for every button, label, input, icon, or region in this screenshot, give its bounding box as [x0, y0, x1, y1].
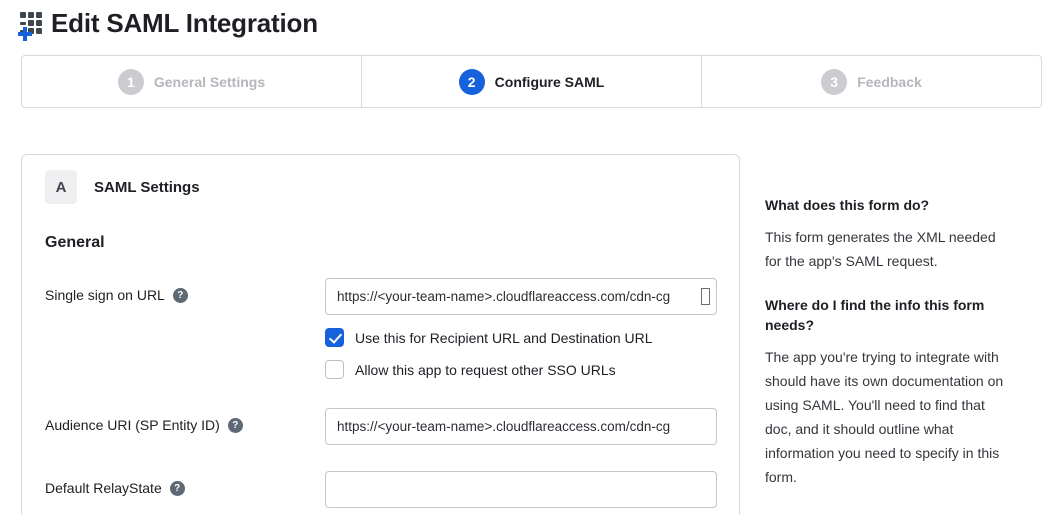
help-icon[interactable]: ?: [173, 288, 188, 303]
other-sso-urls-checkbox-label[interactable]: Allow this app to request other SSO URLs: [355, 362, 616, 378]
default-relaystate-input[interactable]: [325, 471, 717, 508]
general-group-title: General: [45, 234, 715, 252]
help-heading: Where do I find the info this form needs…: [765, 295, 1012, 335]
wizard-step-feedback[interactable]: 3 Feedback: [701, 56, 1041, 107]
page-header: Edit SAML Integration: [0, 0, 1063, 39]
field-row-default-relaystate: Default RelayState ? If no value is set,…: [45, 471, 715, 515]
step-number-badge: 2: [459, 69, 485, 95]
wizard-step-general-settings[interactable]: 1 General Settings: [22, 56, 361, 107]
step-label: Configure SAML: [495, 74, 605, 90]
field-label-default-relaystate: Default RelayState ?: [45, 471, 325, 496]
step-number-badge: 3: [821, 69, 847, 95]
help-heading: What does this form do?: [765, 195, 1012, 215]
sso-url-input[interactable]: [325, 278, 717, 315]
field-label-sso-url: Single sign on URL ?: [45, 278, 325, 303]
app-add-icon: [20, 10, 47, 37]
recipient-url-checkbox[interactable]: [325, 328, 344, 347]
section-a-badge: A: [45, 170, 77, 204]
wizard-step-configure-saml[interactable]: 2 Configure SAML: [361, 56, 701, 107]
field-row-audience-uri: Audience URI (SP Entity ID) ?: [45, 408, 715, 445]
page-title: Edit SAML Integration: [51, 8, 318, 39]
step-number-badge: 1: [118, 69, 144, 95]
field-label-audience-uri: Audience URI (SP Entity ID) ?: [45, 408, 325, 433]
help-sidebar: What does this form do? This form genera…: [765, 154, 1012, 489]
saml-settings-panel: A SAML Settings General Single sign on U…: [21, 154, 740, 515]
help-body: This form generates the XML needed for t…: [765, 225, 1012, 273]
plus-icon: [18, 27, 32, 41]
step-label: Feedback: [857, 74, 922, 90]
help-body: The app you're trying to integrate with …: [765, 345, 1012, 489]
field-row-sso-url: Single sign on URL ? Use this for Recipi…: [45, 278, 715, 379]
audience-uri-input[interactable]: [325, 408, 717, 445]
section-title: SAML Settings: [94, 179, 200, 196]
recipient-url-checkbox-label[interactable]: Use this for Recipient URL and Destinati…: [355, 330, 653, 346]
help-icon[interactable]: ?: [170, 481, 185, 496]
main-content: A SAML Settings General Single sign on U…: [0, 154, 1063, 515]
help-section-what: What does this form do? This form genera…: [765, 195, 1012, 273]
help-icon[interactable]: ?: [228, 418, 243, 433]
step-label: General Settings: [154, 74, 265, 90]
checkbox-row-recipient-url: Use this for Recipient URL and Destinati…: [325, 328, 717, 347]
text-cursor-artifact: [701, 288, 710, 305]
checkbox-row-other-sso-urls: Allow this app to request other SSO URLs: [325, 360, 717, 379]
panel-header: A SAML Settings: [45, 170, 715, 204]
other-sso-urls-checkbox[interactable]: [325, 360, 344, 379]
help-section-where: Where do I find the info this form needs…: [765, 295, 1012, 489]
wizard-steps: 1 General Settings 2 Configure SAML 3 Fe…: [21, 55, 1042, 108]
